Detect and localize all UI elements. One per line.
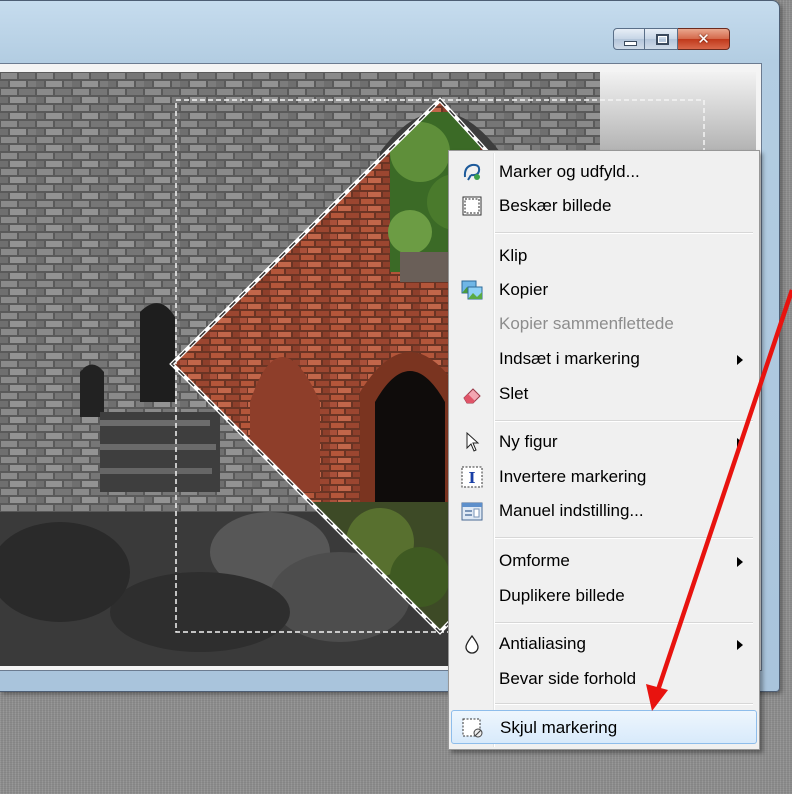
- menu-item-label: Duplikere billede: [499, 586, 625, 605]
- title-bar[interactable]: ✕: [0, 1, 779, 63]
- menu-item-label: Bevar side forhold: [499, 669, 637, 688]
- menu-item-label: Indsæt i markering: [499, 349, 640, 368]
- menu-item-label: Skjul markering: [500, 718, 618, 737]
- submenu-arrow-icon: [737, 438, 743, 448]
- menu-item-mark-and-fill[interactable]: Marker og udfyld...: [451, 155, 757, 189]
- menu-item-crop-image[interactable]: Beskær billede: [451, 189, 757, 223]
- menu-item-label: Invertere markering: [499, 467, 647, 486]
- submenu-arrow-icon: [737, 355, 743, 365]
- manual-settings-icon: [461, 502, 483, 521]
- menu-item-label: Beskær billede: [499, 196, 612, 215]
- menu-separator: [495, 420, 753, 422]
- menu-item-label: Ny figur: [499, 432, 558, 451]
- close-icon: ✕: [697, 30, 710, 48]
- menu-item-manual-setting[interactable]: Manuel indstilling...: [451, 494, 757, 528]
- svg-text:I: I: [468, 469, 475, 487]
- minimize-icon: [624, 41, 637, 46]
- menu-item-label: Manuel indstilling...: [499, 501, 644, 520]
- menu-item-keep-aspect-ratio[interactable]: Bevar side forhold: [451, 662, 757, 696]
- drop-icon: [465, 634, 479, 654]
- submenu-arrow-icon: [737, 640, 743, 650]
- menu-item-paste-into-selection[interactable]: Indsæt i markering: [451, 342, 757, 376]
- menu-item-label: Kopier: [499, 280, 549, 299]
- menu-item-invert-selection[interactable]: I Invertere markering: [451, 460, 757, 494]
- menu-separator: [495, 622, 753, 624]
- menu-item-label: Klip: [499, 246, 528, 265]
- menu-item-delete[interactable]: Slet: [451, 377, 757, 411]
- menu-item-label: Omforme: [499, 551, 570, 570]
- context-menu: Marker og udfyld... Beskær billede Klip …: [448, 150, 760, 750]
- menu-item-label: Marker og udfyld...: [499, 162, 640, 181]
- invert-selection-icon: I: [461, 466, 483, 488]
- pointer-icon: [466, 431, 480, 452]
- submenu-arrow-icon: [737, 557, 743, 567]
- copy-image-icon: [461, 280, 483, 300]
- menu-separator: [495, 703, 753, 705]
- menu-separator: [495, 232, 753, 234]
- menu-item-new-shape[interactable]: Ny figur: [451, 425, 757, 459]
- crop-icon: [462, 196, 482, 216]
- lasso-fill-icon: [463, 163, 481, 181]
- menu-item-label: Antialiasing: [499, 634, 586, 653]
- maximize-button[interactable]: [645, 28, 678, 50]
- hide-selection-icon: [462, 718, 483, 738]
- close-button[interactable]: ✕: [678, 28, 730, 50]
- menu-item-duplicate-image[interactable]: Duplikere billede: [451, 579, 757, 613]
- menu-item-hide-selection[interactable]: Skjul markering: [451, 710, 757, 744]
- menu-item-copy-merged: Kopier sammenflettede: [451, 307, 757, 341]
- minimize-button[interactable]: [613, 28, 645, 50]
- menu-item-cut[interactable]: Klip: [451, 239, 757, 273]
- menu-item-label: Kopier sammenflettede: [499, 314, 674, 333]
- menu-separator: [495, 537, 753, 539]
- menu-item-antialiasing[interactable]: Antialiasing: [451, 627, 757, 661]
- eraser-icon: [463, 388, 481, 404]
- menu-item-label: Slet: [499, 384, 529, 403]
- menu-item-transform[interactable]: Omforme: [451, 544, 757, 578]
- maximize-icon: [656, 34, 669, 45]
- menu-item-copy[interactable]: Kopier: [451, 273, 757, 307]
